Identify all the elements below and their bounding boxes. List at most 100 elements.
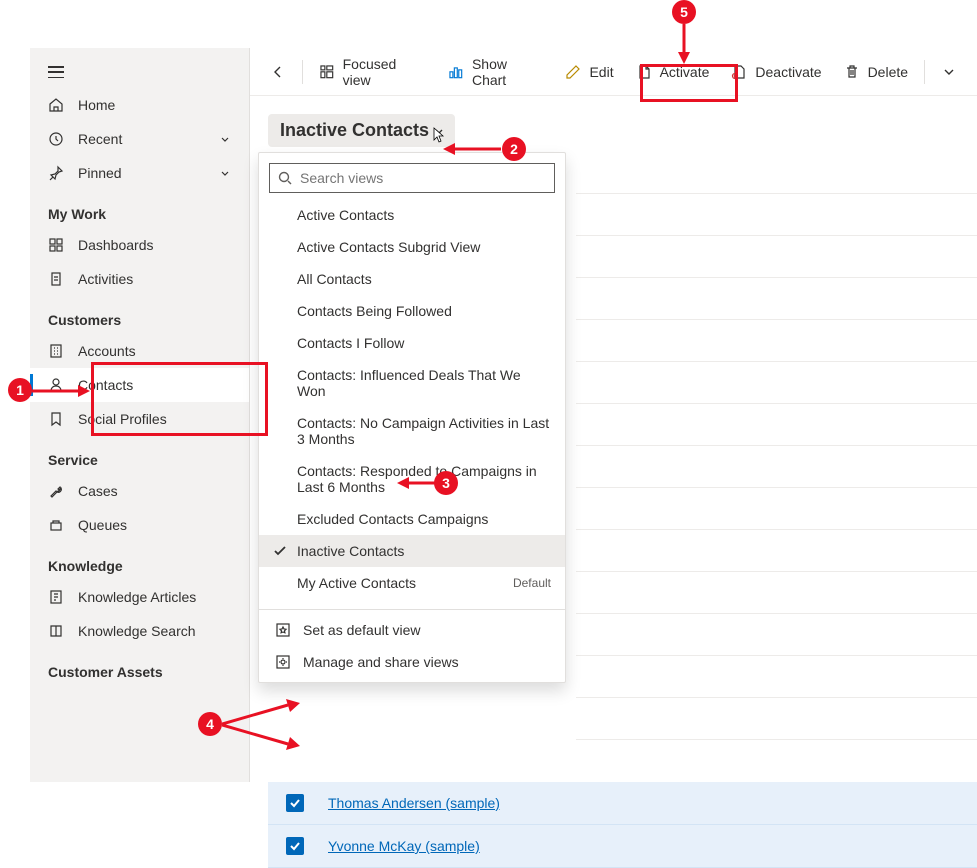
divider bbox=[302, 60, 303, 84]
nav-label: Contacts bbox=[78, 377, 231, 393]
nav-label: Recent bbox=[78, 131, 205, 147]
view-option-label: Contacts Being Followed bbox=[297, 303, 452, 319]
table-row[interactable]: Thomas Andersen (sample) bbox=[268, 782, 977, 825]
chevron-down-icon bbox=[219, 133, 231, 145]
bookmark-icon bbox=[48, 411, 64, 427]
table-row[interactable]: Yvonne McKay (sample) bbox=[268, 825, 977, 868]
cmd-label: Show Chart bbox=[472, 56, 544, 88]
chevron-down-icon bbox=[433, 125, 445, 137]
nav-recent[interactable]: Recent bbox=[30, 122, 249, 156]
chevron-down-icon bbox=[219, 167, 231, 179]
view-option[interactable]: My Active ContactsDefault bbox=[259, 567, 565, 599]
section-knowledge: Knowledge bbox=[30, 542, 249, 580]
section-service: Service bbox=[30, 436, 249, 474]
search-views-wrapper bbox=[269, 163, 555, 193]
check-icon bbox=[273, 544, 287, 558]
pencil-icon bbox=[565, 64, 581, 80]
search-views-input[interactable] bbox=[269, 163, 555, 193]
view-option[interactable]: Active Contacts Subgrid View bbox=[259, 231, 565, 263]
view-option[interactable]: Contacts: No Campaign Activities in Last… bbox=[259, 407, 565, 455]
command-bar: Focused view Show Chart Edit Activate bbox=[250, 48, 977, 96]
view-option[interactable]: Excluded Contacts Campaigns bbox=[259, 503, 565, 535]
focused-view-button[interactable]: Focused view bbox=[309, 49, 436, 95]
annotation-arrow-1 bbox=[32, 384, 90, 398]
view-option[interactable]: Active Contacts bbox=[259, 199, 565, 231]
clock-icon bbox=[48, 131, 64, 147]
section-customers: Customers bbox=[30, 296, 249, 334]
nav-label: Cases bbox=[78, 483, 231, 499]
nav-pinned[interactable]: Pinned bbox=[30, 156, 249, 190]
trash-icon bbox=[844, 64, 860, 80]
annotation-badge-3: 3 bbox=[434, 471, 458, 495]
building-icon bbox=[48, 343, 64, 359]
view-option[interactable]: Contacts Being Followed bbox=[259, 295, 565, 327]
delete-button[interactable]: Delete bbox=[834, 57, 918, 87]
nav-home[interactable]: Home bbox=[30, 88, 249, 122]
more-button[interactable] bbox=[931, 57, 967, 87]
annotation-arrow-4b bbox=[222, 722, 302, 752]
view-option[interactable]: Contacts I Follow bbox=[259, 327, 565, 359]
view-dropdown-footer: Set as default view Manage and share vie… bbox=[259, 609, 565, 682]
cmd-label: Activate bbox=[660, 64, 710, 80]
nav-dashboards[interactable]: Dashboards bbox=[30, 228, 249, 262]
footer-label: Set as default view bbox=[303, 622, 421, 638]
annotation-arrow-3 bbox=[395, 476, 435, 490]
activate-button[interactable]: Activate bbox=[626, 57, 720, 87]
set-default-view[interactable]: Set as default view bbox=[259, 614, 565, 646]
nav-knowledge-search[interactable]: Knowledge Search bbox=[30, 614, 249, 648]
annotation-arrow-2 bbox=[441, 142, 501, 156]
book-icon bbox=[48, 623, 64, 639]
contact-link[interactable]: Thomas Andersen (sample) bbox=[328, 795, 500, 811]
star-box-icon bbox=[275, 622, 291, 638]
view-option[interactable]: Inactive Contacts bbox=[259, 535, 565, 567]
section-mywork: My Work bbox=[30, 190, 249, 228]
document-icon bbox=[636, 64, 652, 80]
nav-cases[interactable]: Cases bbox=[30, 474, 249, 508]
show-chart-button[interactable]: Show Chart bbox=[438, 49, 553, 95]
contact-link[interactable]: Yvonne McKay (sample) bbox=[328, 838, 480, 854]
nav-accounts[interactable]: Accounts bbox=[30, 334, 249, 368]
content-area: Inactive Contacts Active ContactsActive … bbox=[250, 96, 977, 782]
edit-button[interactable]: Edit bbox=[555, 57, 623, 87]
row-checkbox[interactable] bbox=[286, 794, 304, 812]
view-option[interactable]: Contacts: Influenced Deals That We Won bbox=[259, 359, 565, 407]
back-button[interactable] bbox=[260, 57, 296, 87]
deactivate-button[interactable]: Deactivate bbox=[721, 57, 831, 87]
cmd-label: Edit bbox=[589, 64, 613, 80]
row-checkbox[interactable] bbox=[286, 837, 304, 855]
nav-label: Dashboards bbox=[78, 237, 231, 253]
grid-icon bbox=[319, 64, 335, 80]
article-icon bbox=[48, 589, 64, 605]
view-option[interactable]: All Contacts bbox=[259, 263, 565, 295]
nav-queues[interactable]: Queues bbox=[30, 508, 249, 542]
hamburger-menu[interactable] bbox=[30, 56, 249, 88]
annotation-badge-5: 5 bbox=[672, 0, 696, 24]
view-option-label: Contacts I Follow bbox=[297, 335, 404, 351]
view-option-label: Contacts: No Campaign Activities in Last… bbox=[297, 415, 551, 447]
annotation-badge-1: 1 bbox=[8, 378, 32, 402]
manage-views[interactable]: Manage and share views bbox=[259, 646, 565, 678]
view-option[interactable]: My Active Contacts by Relationship bbox=[259, 599, 565, 609]
nav-label: Knowledge Search bbox=[78, 623, 231, 639]
view-option-label: Contacts: Influenced Deals That We Won bbox=[297, 367, 551, 399]
nav-knowledge-articles[interactable]: Knowledge Articles bbox=[30, 580, 249, 614]
view-option-label: Active Contacts bbox=[297, 207, 394, 223]
view-title-text: Inactive Contacts bbox=[280, 120, 429, 141]
nav-social-profiles[interactable]: Social Profiles bbox=[30, 402, 249, 436]
section-assets: Customer Assets bbox=[30, 648, 249, 686]
nav-label: Pinned bbox=[78, 165, 205, 181]
nav-label: Queues bbox=[78, 517, 231, 533]
data-rows: Thomas Andersen (sample) Yvonne McKay (sa… bbox=[268, 782, 977, 868]
divider bbox=[924, 60, 925, 84]
dashboard-icon bbox=[48, 237, 64, 253]
view-selector[interactable]: Inactive Contacts bbox=[268, 114, 455, 147]
queue-icon bbox=[48, 517, 64, 533]
view-option-label: Inactive Contacts bbox=[297, 543, 404, 559]
nav-label: Knowledge Articles bbox=[78, 589, 231, 605]
view-option-label: All Contacts bbox=[297, 271, 372, 287]
default-badge: Default bbox=[513, 576, 551, 590]
view-dropdown: Active Contacts Active Contacts Subgrid V… bbox=[258, 152, 566, 683]
annotation-badge-4: 4 bbox=[198, 712, 222, 736]
document-x-icon bbox=[731, 64, 747, 80]
nav-activities[interactable]: Activities bbox=[30, 262, 249, 296]
